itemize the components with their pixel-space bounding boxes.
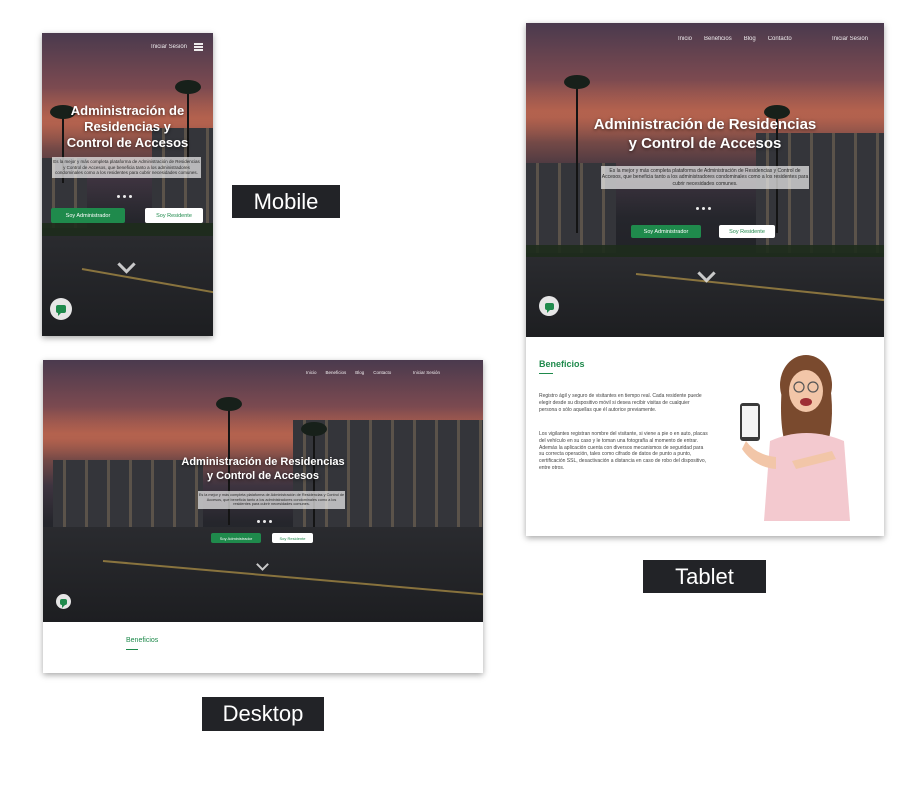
benefits-title: Beneficios — [126, 637, 159, 644]
nav-item-beneficios[interactable]: Beneficios — [326, 370, 347, 375]
carousel-dots[interactable] — [117, 195, 132, 198]
tablet-preview: Inicio Beneficios Blog Contacto Iniciar … — [526, 23, 884, 536]
carousel-dots[interactable] — [257, 520, 272, 523]
label-desktop: Desktop — [202, 697, 324, 731]
hero-title-line: Administración de Residencias — [181, 456, 345, 468]
tablet-nav: Inicio Beneficios Blog Contacto Iniciar … — [526, 23, 884, 55]
nav-item-contacto[interactable]: Contacto — [373, 370, 391, 375]
palm-tree — [564, 75, 590, 233]
hero-title: Administración de Residencias y Control … — [42, 103, 213, 151]
resident-button[interactable]: Soy Residente — [145, 208, 203, 223]
admin-button[interactable]: Soy Administrador — [51, 208, 125, 223]
nav-item-contacto[interactable]: Contacto — [768, 36, 792, 42]
chat-bubble-icon — [544, 302, 554, 313]
hero-title-line: Administración de — [70, 103, 185, 118]
chat-button[interactable] — [56, 594, 71, 609]
tablet-hero: Inicio Beneficios Blog Contacto Iniciar … — [526, 23, 884, 337]
woman-with-phone-image — [740, 355, 850, 521]
chat-button[interactable] — [50, 298, 72, 320]
hero-title-line: y Control de Accesos — [206, 470, 320, 482]
chat-bubble-icon — [60, 598, 67, 608]
label-mobile: Mobile — [232, 185, 340, 218]
chat-bubble-icon — [56, 305, 66, 316]
hero-description: Es la mejor y más completa plataforma de… — [601, 166, 809, 189]
nav-item-blog[interactable]: Blog — [744, 36, 756, 42]
desktop-hero: Inicio Beneficios Blog Contacto Iniciar … — [43, 360, 483, 622]
resident-button[interactable]: Soy Residente — [272, 533, 313, 543]
nav-item-beneficios[interactable]: Beneficios — [704, 36, 732, 42]
desktop-preview: Inicio Beneficios Blog Contacto Iniciar … — [43, 360, 483, 673]
mobile-hero: Iniciar Sesión Administración de Residen… — [42, 33, 213, 336]
login-link[interactable]: Iniciar Sesión — [832, 36, 868, 42]
desktop-nav: Inicio Beneficios Blog Contacto Iniciar … — [43, 360, 483, 384]
admin-button[interactable]: Soy Administrador — [211, 533, 261, 543]
mobile-preview: Iniciar Sesión Administración de Residen… — [42, 33, 213, 336]
hero-title-line: Control de Accesos — [66, 135, 189, 150]
hero-title-line: Residencias y — [84, 119, 171, 134]
benefits-underline — [126, 649, 138, 650]
resident-button[interactable]: Soy Residente — [719, 225, 775, 238]
nav-item-inicio[interactable]: Inicio — [678, 36, 692, 42]
login-link[interactable]: Iniciar Sesión — [151, 44, 187, 50]
label-tablet: Tablet — [643, 560, 766, 593]
benefits-title: Beneficios — [539, 359, 585, 369]
hero-description: Es la mejor y más completa plataforma de… — [52, 157, 201, 178]
login-link[interactable]: Iniciar Sesión — [413, 370, 440, 375]
hamburger-menu-icon[interactable] — [194, 43, 203, 51]
hero-title: Administración de Residencias y Control … — [526, 115, 884, 153]
benefits-underline — [539, 373, 553, 374]
benefits-paragraph-1: Registro ágil y seguro de visitantes en … — [539, 393, 702, 413]
hero-title-line: y Control de Accesos — [628, 135, 782, 152]
hero-title: Administración de Residencias y Control … — [43, 455, 483, 483]
mobile-nav: Iniciar Sesión — [42, 33, 213, 61]
chat-button[interactable] — [539, 296, 559, 316]
hero-title-line: Administración de Residencias — [593, 116, 817, 133]
grass — [42, 223, 213, 237]
benefits-paragraph-2: Los vigilantes registran nombre del visi… — [539, 431, 708, 471]
nav-item-inicio[interactable]: Inicio — [306, 370, 317, 375]
nav-item-blog[interactable]: Blog — [355, 370, 364, 375]
hero-description: Es la mejor y más completa plataforma de… — [198, 491, 345, 510]
admin-button[interactable]: Soy Administrador — [631, 225, 701, 238]
carousel-dots[interactable] — [696, 207, 711, 210]
